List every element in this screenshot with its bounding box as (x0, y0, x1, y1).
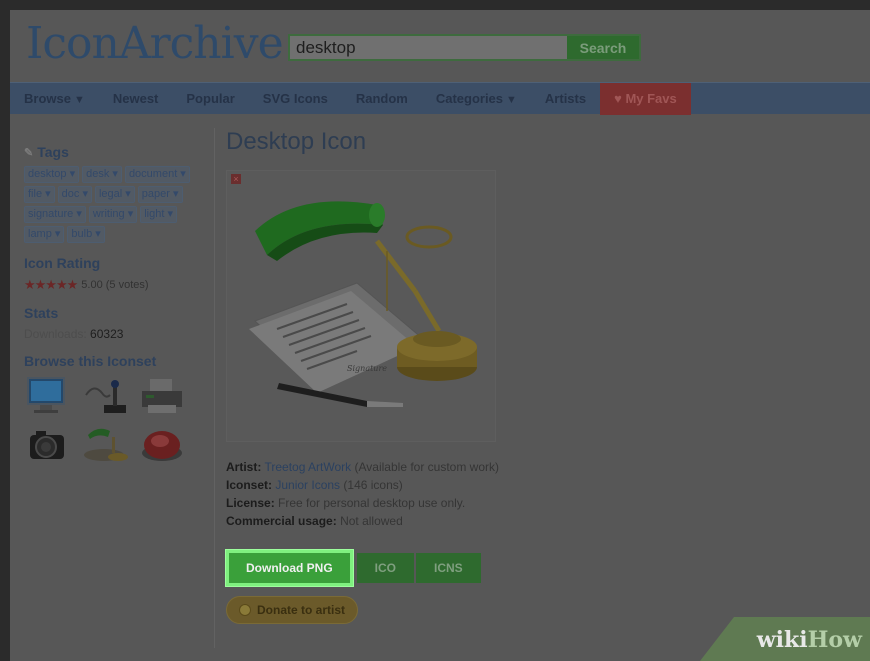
iconset-line: Iconset: Junior Icons (146 icons) (226, 478, 403, 492)
monitor-icon[interactable] (24, 375, 78, 417)
downloads-label: Downloads: (24, 327, 87, 341)
tag-list: desktop ▾ desk ▾ document ▾ file ▾ doc ▾… (24, 166, 204, 243)
license-line: License: Free for personal desktop use o… (226, 496, 466, 510)
download-ico-button[interactable]: ICO (356, 553, 415, 583)
stats-heading: Stats (24, 305, 59, 321)
svg-text:Signature: Signature (347, 364, 387, 373)
nav-my-favs[interactable]: ♥ My Favs (600, 82, 691, 115)
page-title: Desktop Icon (226, 128, 367, 155)
donate-button[interactable]: Donate to artist (226, 596, 359, 624)
download-buttons: Download PNG ICO ICNS (226, 550, 846, 586)
help-button-icon[interactable] (136, 423, 190, 465)
star-rating-icon[interactable]: ★★★★★ (24, 277, 78, 293)
main-content: Desktop Icon × Signature Artist: Treetog… (226, 128, 846, 624)
tag-document[interactable]: document ▾ (124, 166, 190, 183)
nav-browse[interactable]: Browse ▼ (10, 83, 99, 115)
nav-random[interactable]: Random (342, 83, 422, 115)
iconset-thumbnails (24, 375, 219, 465)
search-input[interactable] (290, 36, 567, 59)
artist-link[interactable]: Treetog ArtWork (264, 460, 351, 474)
search-bar: Search (288, 34, 641, 61)
site-logo[interactable]: IconArchive (26, 18, 284, 69)
iconset-link[interactable]: Junior Icons (275, 478, 340, 492)
tag-signature[interactable]: signature ▾ (24, 206, 86, 223)
tag-desktop[interactable]: desktop ▾ (24, 166, 80, 183)
nav-artists[interactable]: Artists (531, 83, 600, 115)
nav-svg-icons[interactable]: SVG Icons (249, 83, 342, 115)
tag-file[interactable]: file ▾ (24, 186, 55, 203)
tag-legal[interactable]: legal ▾ (94, 186, 135, 203)
tag-bulb[interactable]: bulb ▾ (67, 226, 105, 243)
nav-popular[interactable]: Popular (172, 83, 248, 115)
tag-desk[interactable]: desk ▾ (82, 166, 122, 183)
tag-doc[interactable]: doc ▾ (57, 186, 92, 203)
camera-icon[interactable] (24, 423, 78, 465)
desktop-banker-lamp-icon: Signature (249, 201, 477, 407)
printer-icon[interactable] (136, 375, 190, 417)
downloads-value: 60323 (90, 327, 124, 341)
browser-page: IconArchive Search Browse▼ Newest Popula… (10, 10, 870, 661)
nav-newest[interactable]: Newest (99, 83, 173, 115)
main-nav: Browse ▼ Newest Popular SVG Icons Random … (10, 82, 870, 115)
site-header: IconArchive Search (10, 10, 870, 82)
tag-paper[interactable]: paper ▾ (137, 186, 183, 203)
tag-light[interactable]: light ▾ (140, 206, 177, 223)
artist-line: Artist: Treetog ArtWork (Available for c… (226, 460, 500, 474)
close-icon[interactable]: × (231, 174, 241, 184)
coin-icon (239, 604, 251, 616)
joystick-icon[interactable] (80, 375, 134, 417)
tag-writing[interactable]: writing ▾ (88, 206, 138, 223)
banker-lamp-icon[interactable] (80, 423, 134, 465)
tags-heading: ✎ Tags (24, 144, 69, 160)
downloads-stat: Downloads: 60323 (24, 327, 219, 341)
commercial-usage-line: Commercial usage: Not allowed (226, 514, 403, 528)
icon-preview: × Signature (226, 170, 496, 442)
search-button[interactable]: Search (567, 36, 639, 59)
download-png-button[interactable]: Download PNG (226, 550, 353, 586)
rating-heading: Icon Rating (24, 255, 101, 271)
tag-lamp[interactable]: lamp ▾ (24, 226, 65, 243)
nav-categories[interactable]: Categories ▼ (422, 83, 531, 115)
dropdown-arrow-icon: ▼ (73, 93, 85, 106)
rating-text: 5.00 (5 votes) (81, 279, 149, 291)
wikihow-watermark: wikiHow (756, 627, 862, 653)
icon-metadata: Artist: Treetog ArtWork (Available for c… (226, 458, 846, 530)
tag-icon: ✎ (24, 146, 34, 159)
download-icns-button[interactable]: ICNS (416, 553, 481, 583)
browse-iconset-heading: Browse this Iconset (24, 353, 157, 369)
dropdown-arrow-icon: ▼ (506, 93, 517, 106)
rating-row: ★★★★★ 5.00 (5 votes) (24, 277, 219, 293)
sidebar: ✎ Tags desktop ▾ desk ▾ document ▾ file … (24, 134, 219, 465)
